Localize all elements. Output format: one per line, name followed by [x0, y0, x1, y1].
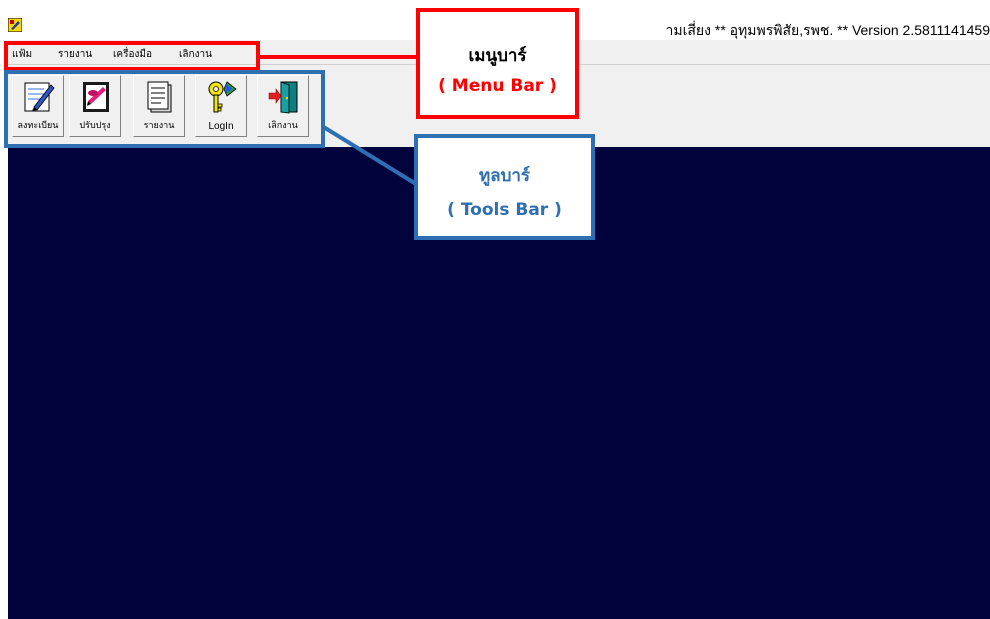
window-title: ามเสี่ยง ** อุทุมพรพิสัย,รพช. ** Version… [665, 22, 990, 38]
toolbar-highlight-frame [4, 70, 325, 148]
menubar-callout-title: เมนูบาร์ [468, 46, 527, 66]
menubar-highlight-frame [4, 41, 260, 71]
app-icon [8, 18, 22, 32]
toolbar-callout-title: ทูลบาร์ [478, 166, 531, 186]
menubar-callout-subtitle: ( Menu Bar ) [438, 76, 557, 96]
app-window: ามเสี่ยง ** อุทุมพรพิสัย,รพช. ** Version… [0, 0, 990, 619]
toolbar-callout-subtitle: ( Tools Bar ) [447, 200, 562, 220]
toolbar-connector-line [320, 124, 418, 186]
menubar-callout: เมนูบาร์ ( Menu Bar ) [416, 8, 579, 119]
toolbar-callout: ทูลบาร์ ( Tools Bar ) [414, 134, 595, 240]
menubar-connector-line [258, 55, 418, 59]
